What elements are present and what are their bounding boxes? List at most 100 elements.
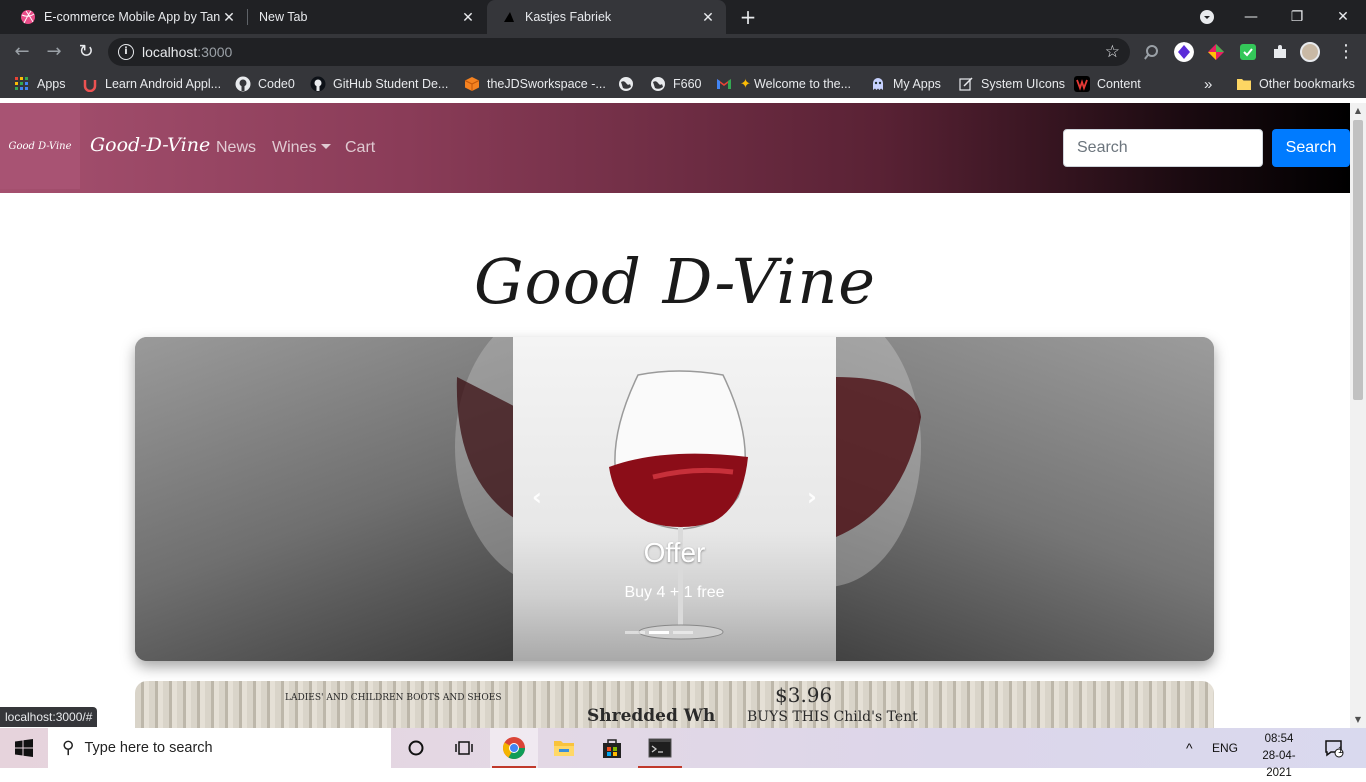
- browser-toolbar: ← → ↻ i localhost:3000 ☆ ⋮: [0, 34, 1366, 70]
- bookmark-my-apps[interactable]: My Apps: [870, 75, 941, 93]
- terminal-icon: [648, 738, 672, 758]
- cube-icon: [464, 77, 480, 91]
- newspaper-text: LADIES' AND CHILDREN BOOTS AND SHOES: [285, 693, 502, 703]
- page-viewport: Good D-Vine Good-D-Vine News Wines Cart …: [0, 103, 1350, 728]
- bookmark-learn-android[interactable]: Learn Android Appl...: [82, 75, 221, 93]
- bookmark-apps[interactable]: Apps: [14, 75, 66, 93]
- action-center-button[interactable]: 1: [1314, 728, 1354, 768]
- tab-ecommerce[interactable]: E-commerce Mobile App by Tanb ✕: [0, 0, 247, 34]
- news-card-newspaper[interactable]: LADIES' AND CHILDREN BOOTS AND SHOES Shr…: [135, 681, 1214, 728]
- nav-cart-link[interactable]: Cart: [345, 139, 375, 157]
- folder-icon: [1237, 79, 1251, 90]
- site-logo[interactable]: Good D-Vine: [0, 103, 80, 189]
- scroll-down-arrow-icon[interactable]: ▼: [1350, 712, 1366, 728]
- tab-kastjes-fabriek[interactable]: Kastjes Fabriek ✕: [487, 0, 726, 34]
- scroll-up-arrow-icon[interactable]: ▲: [1350, 103, 1366, 119]
- extension-colorpicker-icon[interactable]: [1206, 42, 1226, 62]
- tab-close-icon[interactable]: ✕: [700, 9, 716, 25]
- carousel-indicator[interactable]: [625, 631, 645, 634]
- task-view-icon: [455, 741, 473, 755]
- hero-title: Good D-Vine: [473, 245, 876, 318]
- bookmark-globe[interactable]: [618, 75, 641, 93]
- carousel-active-slide: [513, 337, 836, 661]
- carousel-next-icon[interactable]: ›: [802, 485, 822, 509]
- wine-glass-blur-right: [731, 337, 921, 587]
- bookmark-label: My Apps: [893, 77, 941, 91]
- bookmark-system-uicons[interactable]: System UIcons: [958, 75, 1065, 93]
- bookmark-gmail[interactable]: [716, 75, 739, 93]
- profile-avatar[interactable]: [1300, 42, 1320, 62]
- kastjes-logo-icon: [504, 12, 514, 22]
- carousel-caption-text: Buy 4 + 1 free: [624, 584, 725, 601]
- site-search-input[interactable]: [1063, 129, 1263, 167]
- clock-time: 08:54: [1264, 733, 1294, 745]
- forward-button[interactable]: →: [42, 40, 66, 64]
- task-view-button[interactable]: [440, 728, 488, 768]
- extension-shield-icon[interactable]: [1238, 42, 1258, 62]
- url-text[interactable]: localhost:3000: [142, 44, 232, 60]
- store-bag-icon: [603, 739, 621, 758]
- page-scrollbar[interactable]: ▲ ▼: [1350, 103, 1366, 728]
- carousel-prev-icon[interactable]: ‹: [527, 485, 547, 509]
- bookmark-label: theJDSworkspace -...: [487, 77, 606, 91]
- logo-text: Good D-Vine: [8, 140, 72, 152]
- carousel-indicator-active[interactable]: [649, 631, 669, 634]
- udemy-icon: [83, 80, 97, 92]
- more-bookmarks-button[interactable]: »: [1204, 75, 1212, 93]
- taskbar-store[interactable]: [588, 728, 636, 768]
- start-button[interactable]: [0, 728, 48, 768]
- taskbar-terminal[interactable]: [636, 728, 684, 768]
- site-info-icon[interactable]: i: [118, 44, 134, 60]
- offer-carousel[interactable]: ‹ › Offer Buy 4 + 1 free: [135, 337, 1214, 661]
- tab-close-icon[interactable]: ✕: [460, 9, 476, 25]
- browser-tab-strip: E-commerce Mobile App by Tanb ✕ New Tab …: [0, 0, 1366, 34]
- bookmark-content[interactable]: Content: [1074, 75, 1141, 93]
- bookmark-github-student[interactable]: GitHub Student De...: [310, 75, 448, 93]
- bookmark-welcome[interactable]: ✦ Welcome to the...: [740, 75, 851, 93]
- tab-title: New Tab: [259, 10, 308, 24]
- carousel-indicator[interactable]: [673, 631, 693, 634]
- extension-hex-icon[interactable]: [1174, 42, 1194, 62]
- nav-wines-dropdown[interactable]: Wines: [272, 139, 332, 157]
- bookmark-label: System UIcons: [981, 77, 1066, 91]
- windows-taskbar: ⚲ Type here to search ^ ENG 08:54 28-04-…: [0, 728, 1366, 779]
- bookmark-label: Other bookmarks: [1259, 77, 1355, 91]
- restore-button[interactable]: ❐: [1274, 0, 1320, 34]
- nav-news-link[interactable]: News: [216, 139, 256, 157]
- new-tab-button[interactable]: +: [738, 7, 758, 27]
- close-window-button[interactable]: ✕: [1320, 0, 1366, 34]
- tab-close-icon[interactable]: ✕: [221, 9, 237, 25]
- extensions-puzzle-icon[interactable]: [1270, 42, 1290, 62]
- notification-count: 1: [1338, 745, 1344, 755]
- windows-logo-icon: [15, 739, 33, 757]
- taskbar-search-box[interactable]: ⚲ Type here to search: [48, 728, 391, 768]
- bookmark-label: Content: [1097, 77, 1141, 91]
- minimize-button[interactable]: —: [1228, 0, 1274, 34]
- taskbar-clock[interactable]: 08:54 28-04-2021: [1250, 731, 1308, 782]
- reload-button[interactable]: ↻: [74, 40, 98, 64]
- taskbar-file-explorer[interactable]: [540, 728, 588, 768]
- tray-overflow-button[interactable]: ^: [1186, 728, 1193, 768]
- bookmark-other[interactable]: Other bookmarks: [1236, 75, 1355, 93]
- chrome-menu-icon[interactable]: ⋮: [1334, 40, 1358, 64]
- address-bar[interactable]: i localhost:3000 ☆: [108, 38, 1130, 66]
- site-search-button[interactable]: Search: [1272, 129, 1350, 167]
- nav-wines-label: Wines: [272, 139, 317, 156]
- site-brand[interactable]: Good-D-Vine: [90, 134, 210, 156]
- bookmark-f660[interactable]: F660: [650, 75, 702, 93]
- extension-search-icon[interactable]: [1142, 42, 1162, 62]
- bookmark-thejdsworkspace[interactable]: theJDSworkspace -...: [464, 75, 606, 93]
- bookmark-star-icon[interactable]: ☆: [1105, 42, 1120, 62]
- language-indicator[interactable]: ENG: [1212, 728, 1238, 768]
- carousel-background-right: [731, 337, 1214, 661]
- tab-search-icon[interactable]: [1199, 9, 1215, 25]
- scroll-thumb[interactable]: [1353, 120, 1363, 400]
- back-button[interactable]: ←: [10, 40, 34, 64]
- folder-icon: [554, 741, 574, 756]
- tab-new-tab[interactable]: New Tab ✕: [248, 0, 486, 34]
- taskbar-chrome[interactable]: [490, 728, 538, 768]
- tab-title: Kastjes Fabriek: [525, 10, 612, 24]
- caret-down-icon: [321, 144, 332, 149]
- cortana-button[interactable]: [392, 728, 440, 768]
- bookmark-code0[interactable]: Code0: [235, 75, 295, 93]
